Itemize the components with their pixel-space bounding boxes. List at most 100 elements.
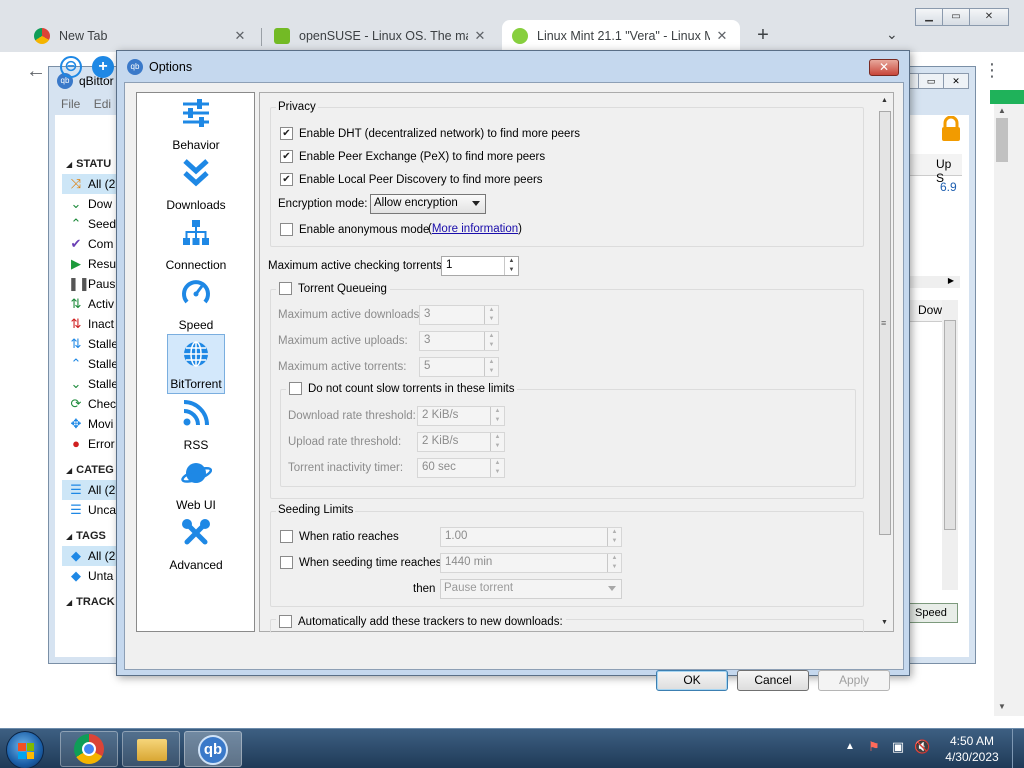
- tab-close-icon[interactable]: ✕: [232, 28, 248, 44]
- ok-button[interactable]: OK: [656, 670, 728, 691]
- tab-search-chevron-icon[interactable]: ⌄: [886, 26, 898, 43]
- back-arrow-icon[interactable]: ←: [26, 60, 46, 83]
- sidebar-item[interactable]: ❚❚ Paus: [62, 274, 122, 294]
- close-icon[interactable]: ✕: [943, 73, 969, 89]
- checkbox-checked-icon[interactable]: ✔: [280, 150, 293, 163]
- sidebar-item[interactable]: ✔ Com: [62, 234, 122, 254]
- tab-new-tab[interactable]: New Tab ✕: [24, 20, 258, 52]
- sidebar-item[interactable]: ☰ Unca: [62, 500, 122, 520]
- sidebar-item[interactable]: ⇅ Inact: [62, 314, 122, 334]
- category-connection[interactable]: Connection: [166, 214, 226, 274]
- tab-close-icon[interactable]: ✕: [472, 28, 488, 44]
- max-uploads-spinbox[interactable]: 3 ▲ ▼: [419, 331, 499, 351]
- checkbox-unchecked-icon[interactable]: [279, 615, 292, 628]
- checkbox-unchecked-icon[interactable]: [280, 530, 293, 543]
- sidebar-item[interactable]: ▶ Resu: [62, 254, 122, 274]
- sidebar-item[interactable]: ⌃ Stalle: [62, 354, 122, 374]
- sidebar-item[interactable]: ⌄ Dow: [62, 194, 122, 214]
- checkbox-unchecked-icon[interactable]: [280, 556, 293, 569]
- kebab-menu-icon[interactable]: ⋮: [983, 60, 1001, 81]
- auto-trackers-checkbox[interactable]: Automatically add these trackers to new …: [276, 615, 566, 628]
- col-down[interactable]: Dow: [906, 300, 942, 322]
- seeding-time-spinbox[interactable]: 1440 min ▲ ▼: [440, 553, 622, 573]
- trackers-header[interactable]: ◢ TRACK: [62, 592, 122, 612]
- lpd-checkbox[interactable]: ✔ Enable Local Peer Discovery to find mor…: [280, 173, 543, 186]
- close-icon[interactable]: ✕: [869, 59, 899, 76]
- encryption-mode-select[interactable]: Allow encryption: [370, 194, 486, 214]
- status-header[interactable]: ◢ STATU: [62, 154, 122, 174]
- ratio-limit-spinbox[interactable]: 1.00 ▲ ▼: [440, 527, 622, 547]
- category-downloads[interactable]: Downloads: [166, 154, 226, 214]
- hscroll-right-icon[interactable]: ▶: [906, 276, 960, 288]
- sidebar-item[interactable]: ⌄ Stalle: [62, 374, 122, 394]
- scroll-up-icon[interactable]: ▲: [881, 97, 888, 104]
- max-checking-spinbox[interactable]: 1 ▲ ▼: [441, 256, 519, 276]
- add-icon[interactable]: +: [92, 56, 114, 78]
- max-torrents-spinbox[interactable]: 5 ▲ ▼: [419, 357, 499, 377]
- col-up-speed[interactable]: Up S: [906, 154, 962, 185]
- pex-checkbox[interactable]: ✔ Enable Peer Exchange (PeX) to find more…: [280, 150, 545, 163]
- maximize-icon[interactable]: ▭: [918, 73, 944, 89]
- category-web-ui[interactable]: Web UI: [167, 454, 225, 514]
- tab-opensuse[interactable]: openSUSE - Linux OS. The maker ✕: [264, 20, 498, 52]
- start-button[interactable]: [6, 731, 44, 768]
- checkbox-checked-icon[interactable]: ✔: [280, 173, 293, 186]
- sidebar-item[interactable]: ◆ Unta: [62, 566, 122, 586]
- scroll-down-icon[interactable]: ▼: [881, 619, 888, 626]
- checkbox-checked-icon[interactable]: ✔: [280, 127, 293, 140]
- sidebar-item[interactable]: ◆ All (2: [62, 546, 122, 566]
- show-desktop-button[interactable]: [1012, 729, 1024, 768]
- anonymous-mode-checkbox[interactable]: Enable anonymous mode: [280, 223, 429, 236]
- maximize-icon[interactable]: ▭: [942, 8, 970, 26]
- sidebar-item[interactable]: ⟳ Chec: [62, 394, 122, 414]
- slow-torrents-checkbox[interactable]: Do not count slow torrents in these limi…: [286, 382, 518, 395]
- seeding-action-select[interactable]: Pause torrent: [440, 579, 622, 599]
- sidebar-item[interactable]: ⌃ Seed: [62, 214, 122, 234]
- sidebar-item[interactable]: ☰ All (2: [62, 480, 122, 500]
- sidebar-item[interactable]: ⇅ Stalle: [62, 334, 122, 354]
- network-icon[interactable]: ▣: [890, 739, 906, 755]
- taskbar-explorer[interactable]: [122, 731, 180, 767]
- new-tab-button[interactable]: +: [752, 24, 774, 46]
- upload-threshold-spinbox[interactable]: 2 KiB/s ▲ ▼: [417, 432, 505, 452]
- table-vscrollbar[interactable]: [942, 300, 958, 590]
- category-behavior[interactable]: Behavior: [167, 94, 225, 154]
- tags-header[interactable]: ◢ TAGS: [62, 526, 122, 546]
- torrent-queueing-checkbox[interactable]: Torrent Queueing: [276, 282, 390, 295]
- inactivity-timer-spinbox[interactable]: 60 sec ▲ ▼: [417, 458, 505, 478]
- taskbar-qbittorrent[interactable]: qb: [184, 731, 242, 767]
- sidebar-item[interactable]: ⇅ Activ: [62, 294, 122, 314]
- download-threshold-spinbox[interactable]: 2 KiB/s ▲ ▼: [417, 406, 505, 426]
- menu-file[interactable]: File: [61, 97, 80, 111]
- cancel-button[interactable]: Cancel: [737, 670, 809, 691]
- tab-linux-mint[interactable]: Linux Mint 21.1 "Vera" - Linux Mi ✕: [502, 20, 740, 52]
- ratio-limit-checkbox[interactable]: When ratio reaches: [280, 530, 399, 543]
- speed-tab[interactable]: Speed: [908, 603, 958, 623]
- taskbar-chrome[interactable]: [60, 731, 118, 767]
- settings-scrollbar[interactable]: ▲ ≡ ▼: [877, 93, 893, 631]
- page-scrollbar[interactable]: ▲ ▼: [994, 104, 1024, 716]
- lock-icon[interactable]: [940, 116, 962, 142]
- apply-button[interactable]: Apply: [818, 670, 890, 691]
- category-bittorrent[interactable]: BitTorrent: [167, 334, 225, 394]
- close-icon[interactable]: ✕: [969, 8, 1009, 26]
- checkbox-unchecked-icon[interactable]: [289, 382, 302, 395]
- link-icon[interactable]: ⊖: [60, 56, 82, 78]
- tab-close-icon[interactable]: ✕: [714, 28, 730, 44]
- scroll-up-icon[interactable]: ▲: [998, 106, 1006, 115]
- checkbox-unchecked-icon[interactable]: [279, 282, 292, 295]
- action-center-flag-icon[interactable]: ⚑: [866, 739, 882, 755]
- clock[interactable]: 4:50 AM 4/30/2023: [940, 733, 1004, 765]
- category-speed[interactable]: Speed: [167, 274, 225, 334]
- seeding-time-checkbox[interactable]: When seeding time reaches: [280, 556, 442, 569]
- minimize-icon[interactable]: ▁: [915, 8, 943, 26]
- category-advanced[interactable]: Advanced: [167, 514, 225, 574]
- sidebar-item[interactable]: ✥ Movi: [62, 414, 122, 434]
- more-information-link[interactable]: More information: [432, 223, 518, 235]
- max-downloads-spinbox[interactable]: 3 ▲ ▼: [419, 305, 499, 325]
- scroll-down-icon[interactable]: ▼: [998, 702, 1006, 711]
- category-rss[interactable]: RSS: [167, 394, 225, 454]
- menu-edit[interactable]: Edi: [94, 97, 111, 111]
- checkbox-unchecked-icon[interactable]: [280, 223, 293, 236]
- sidebar-item[interactable]: ⤨ All (2: [62, 174, 122, 194]
